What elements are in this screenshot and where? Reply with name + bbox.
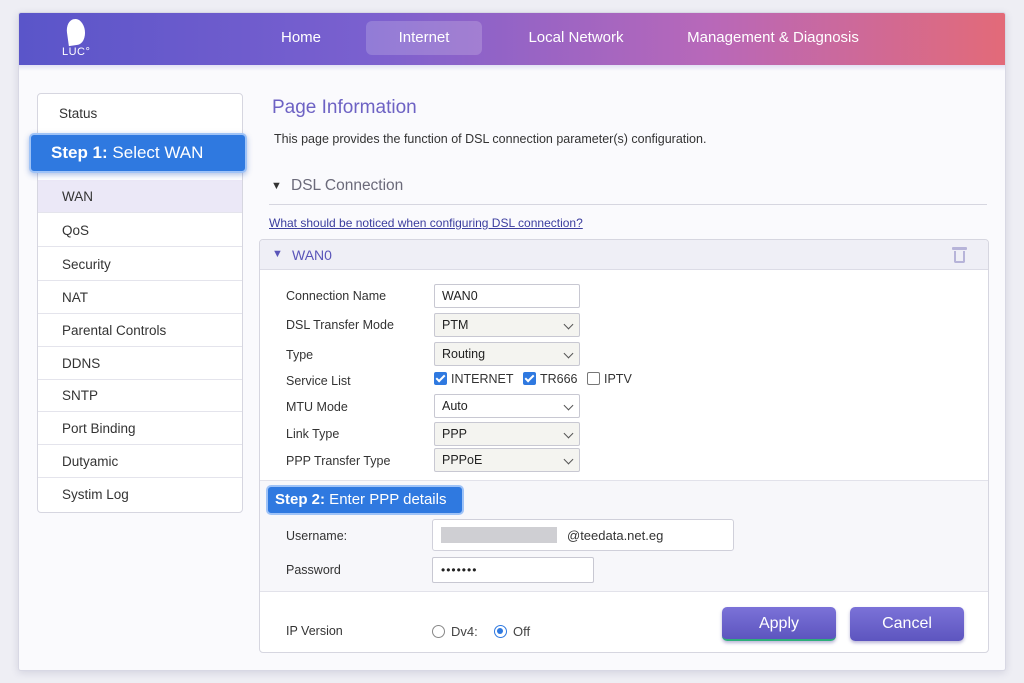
link-type-select[interactable]: PPP bbox=[434, 422, 580, 446]
ip-version-label: IP Version bbox=[286, 624, 343, 638]
top-header: LUC° Home Internet Local Network Managem… bbox=[19, 13, 1005, 65]
off-radio-label: Off bbox=[513, 624, 531, 639]
sidebar-item-status[interactable]: Status bbox=[38, 94, 242, 134]
password-label: Password bbox=[286, 563, 341, 577]
page-description: This page provides the function of DSL c… bbox=[274, 132, 707, 146]
sidebar-item-sntp[interactable]: SNTP bbox=[38, 379, 242, 412]
service-list-label: Service List bbox=[286, 374, 351, 388]
username-input[interactable]: @teedata.net.eg bbox=[432, 519, 734, 551]
internet-checkbox-label: INTERNET bbox=[451, 372, 514, 386]
connection-name-label: Connection Name bbox=[286, 289, 387, 303]
ppp-transfer-type-select[interactable]: PPPoE bbox=[434, 448, 580, 472]
link-type-value: PPP bbox=[442, 427, 468, 441]
nav-home[interactable]: Home bbox=[265, 21, 337, 55]
wan0-header[interactable]: ▼ WAN0 bbox=[260, 240, 988, 270]
step1-callout: Step 1: Select WAN bbox=[29, 133, 247, 173]
iptv-checkbox-label: IPTV bbox=[604, 372, 632, 386]
trash-icon[interactable] bbox=[952, 247, 967, 263]
apply-button[interactable]: Apply bbox=[722, 607, 836, 641]
chevron-down-icon bbox=[563, 428, 574, 439]
cancel-button[interactable]: Cancel bbox=[850, 607, 964, 641]
wan0-panel: ▼ WAN0 Connection Name WAN0 DSL Transfer… bbox=[259, 239, 989, 653]
trash-body bbox=[954, 251, 965, 263]
mtu-mode-select[interactable]: Auto bbox=[434, 394, 580, 418]
chevron-down-icon bbox=[563, 319, 574, 330]
internet-checkbox[interactable] bbox=[434, 372, 447, 385]
off-radio-option[interactable]: Off bbox=[494, 624, 530, 639]
nav-internet[interactable]: Internet bbox=[366, 21, 482, 55]
chevron-down-icon bbox=[563, 348, 574, 359]
sidebar-item-dutyamic[interactable]: Dutyamic bbox=[38, 445, 242, 478]
dsl-transfer-mode-label: DSL Transfer Mode bbox=[286, 318, 394, 332]
sidebar-item-qos[interactable]: QoS bbox=[38, 214, 242, 247]
dsl-connection-header[interactable]: ▼ DSL Connection bbox=[269, 175, 987, 205]
step1-text: Select WAN bbox=[107, 143, 204, 162]
step2-prefix: Step 2: bbox=[275, 491, 326, 508]
page-title: Page Information bbox=[272, 97, 417, 118]
trash-lid bbox=[952, 247, 967, 250]
sidebar-item-systim-log[interactable]: Systim Log bbox=[38, 478, 242, 511]
chevron-down-icon bbox=[563, 400, 574, 411]
step2-text: Enter PPP details bbox=[325, 491, 447, 508]
ipv4-radio[interactable] bbox=[432, 625, 445, 638]
redacted-username bbox=[441, 527, 557, 543]
service-list-options: INTERNET TR666 IPTV bbox=[434, 372, 638, 388]
nav-local-network[interactable]: Local Network bbox=[515, 21, 637, 55]
tr666-checkbox-label: TR666 bbox=[539, 372, 578, 386]
off-radio[interactable] bbox=[494, 625, 507, 638]
username-domain: @teedata.net.eg bbox=[567, 528, 664, 543]
sidebar-item-wan[interactable]: WAN bbox=[38, 180, 242, 213]
main-nav: Home Internet Local Network Management &… bbox=[19, 13, 1005, 65]
mtu-mode-label: MTU Mode bbox=[286, 400, 348, 414]
mtu-mode-value: Auto bbox=[442, 399, 468, 413]
nav-management-diagnosis[interactable]: Management & Diagnosis bbox=[679, 21, 867, 55]
ppp-details-section: Step 2: Enter PPP details Username: @tee… bbox=[260, 480, 988, 592]
iptv-checkbox[interactable] bbox=[587, 372, 600, 385]
header-shadow bbox=[19, 65, 1005, 71]
collapse-triangle-icon: ▼ bbox=[271, 180, 282, 192]
dsl-transfer-mode-value: PTM bbox=[442, 318, 469, 332]
password-input[interactable]: ••••••• bbox=[432, 557, 594, 583]
step2-callout: Step 2: Enter PPP details bbox=[266, 485, 464, 515]
sidebar-item-parental-controls[interactable]: Parental Controls bbox=[38, 314, 242, 347]
link-type-label: Link Type bbox=[286, 427, 340, 441]
dsl-transfer-mode-select[interactable]: PTM bbox=[434, 313, 580, 337]
router-window: LUC° Home Internet Local Network Managem… bbox=[18, 12, 1006, 671]
sidebar-item-port-binding[interactable]: Port Binding bbox=[38, 412, 242, 445]
type-value: Routing bbox=[442, 347, 486, 361]
type-label: Type bbox=[286, 348, 314, 362]
ipv4-radio-option[interactable]: Dv4: bbox=[432, 624, 478, 639]
connection-name-input[interactable]: WAN0 bbox=[434, 284, 580, 308]
wan-collapse-triangle-icon: ▼ bbox=[272, 248, 283, 260]
ppp-transfer-type-label: PPP Transfer Type bbox=[286, 454, 391, 468]
help-link[interactable]: What should be noticed when configuring … bbox=[269, 216, 583, 230]
sidebar-item-ddns[interactable]: DDNS bbox=[38, 347, 242, 380]
wan0-title: WAN0 bbox=[292, 247, 332, 263]
dsl-connection-title: DSL Connection bbox=[291, 177, 404, 194]
sidebar-item-security[interactable]: Security bbox=[38, 248, 242, 281]
step1-prefix: Step 1: bbox=[51, 143, 108, 162]
type-select[interactable]: Routing bbox=[434, 342, 580, 366]
ipv4-radio-label: Dv4: bbox=[451, 624, 478, 639]
username-label: Username: bbox=[286, 529, 348, 543]
tr666-checkbox[interactable] bbox=[522, 372, 536, 385]
chevron-down-icon bbox=[563, 454, 574, 465]
sidebar-item-nat[interactable]: NAT bbox=[38, 281, 242, 314]
ppp-transfer-type-value: PPPoE bbox=[442, 453, 483, 467]
